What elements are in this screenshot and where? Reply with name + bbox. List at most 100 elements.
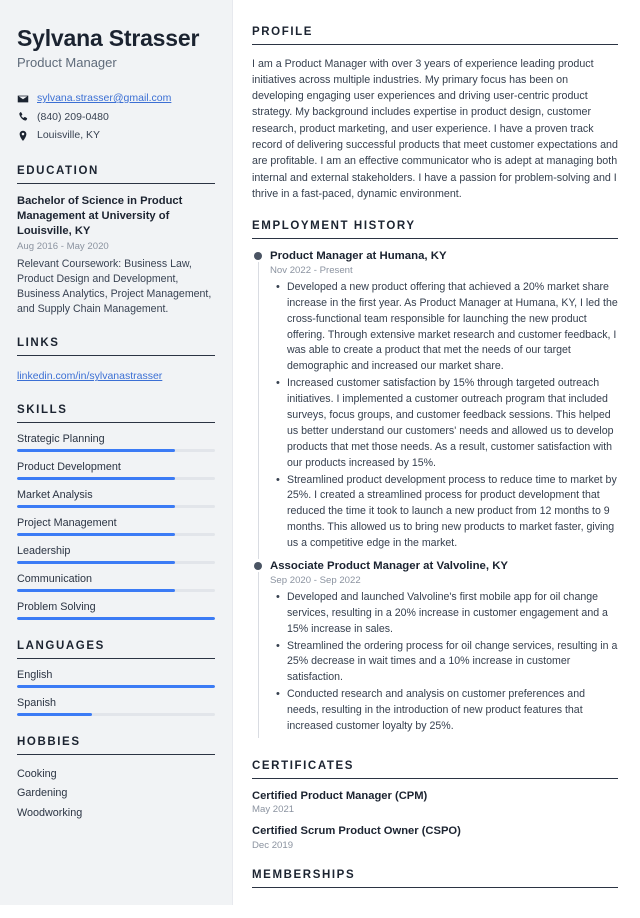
contact-location-row: Louisville, KY bbox=[17, 129, 215, 143]
skill-item: Strategic Planning bbox=[17, 433, 215, 453]
skill-item: Leadership bbox=[17, 545, 215, 565]
section-employment-history: EMPLOYMENT HISTORY Product Manager at Hu… bbox=[252, 220, 618, 742]
employment-bullets: Developed a new product offering that ac… bbox=[270, 279, 618, 552]
employment-bullet: Increased customer satisfaction by 15% t… bbox=[276, 375, 618, 471]
education-title: Bachelor of Science in Product Managemen… bbox=[17, 194, 183, 238]
language-item: Spanish bbox=[17, 697, 215, 717]
skill-bar-track bbox=[17, 449, 215, 453]
skill-bar-track bbox=[17, 589, 215, 593]
contact-phone-row: (840) 209-0480 bbox=[17, 111, 215, 125]
section-heading-languages: LANGUAGES bbox=[17, 640, 215, 660]
skill-label: Strategic Planning bbox=[17, 433, 105, 446]
employment-entry: Associate Product Manager at Valvoline, … bbox=[252, 559, 618, 742]
phone-value: (840) 209-0480 bbox=[37, 110, 109, 123]
certificates-list: Certified Product Manager (CPM) May 2021 C… bbox=[252, 789, 618, 851]
skill-label: Leadership bbox=[17, 545, 71, 558]
certificate-title: Certified Product Manager (CPM) bbox=[252, 789, 428, 802]
phone-icon bbox=[17, 111, 29, 123]
skill-bar-fill bbox=[17, 505, 176, 509]
skill-bar-track bbox=[17, 505, 215, 509]
section-heading-memberships: MEMBERSHIPS bbox=[252, 869, 618, 889]
certificate-item: Certified Product Manager (CPM) May 2021 bbox=[252, 789, 618, 816]
skill-bar-track bbox=[17, 533, 215, 537]
employment-entry: Product Manager at Humana, KY Nov 2022 - … bbox=[252, 249, 618, 560]
skill-item: Product Development bbox=[17, 461, 215, 481]
language-label: English bbox=[17, 669, 53, 682]
certificate-date: May 2021 bbox=[252, 804, 295, 816]
skill-item: Market Analysis bbox=[17, 489, 215, 509]
employment-bullet: Conducted research and analysis on custo… bbox=[276, 686, 618, 735]
location-value: Louisville, KY bbox=[37, 129, 101, 142]
language-bar-track bbox=[17, 685, 215, 689]
skill-bar-fill bbox=[17, 477, 176, 481]
section-heading-education: EDUCATION bbox=[17, 165, 215, 184]
skill-bar-fill bbox=[17, 617, 215, 621]
envelope-icon bbox=[17, 93, 29, 105]
skill-label: Problem Solving bbox=[17, 601, 96, 614]
email-link[interactable]: sylvana.strasser@gmail.com bbox=[37, 92, 171, 106]
language-item: English bbox=[17, 669, 215, 689]
contact-list: sylvana.strasser@gmail.com (840) 209-048… bbox=[17, 92, 215, 143]
education-date: Aug 2016 - May 2020 bbox=[17, 241, 109, 253]
section-heading-hobbies: HOBBIES bbox=[17, 736, 215, 756]
language-label: Spanish bbox=[17, 697, 57, 710]
language-bar-track bbox=[17, 713, 215, 717]
employment-title: Product Manager at Humana, KY bbox=[270, 250, 447, 263]
skill-bar-track bbox=[17, 561, 215, 565]
employment-bullet: Streamlined product development process … bbox=[276, 472, 618, 552]
section-heading-profile: PROFILE bbox=[252, 26, 618, 45]
skill-label: Communication bbox=[17, 573, 93, 586]
contact-email-row: sylvana.strasser@gmail.com bbox=[17, 92, 215, 106]
skill-item: Communication bbox=[17, 573, 215, 593]
map-pin-icon bbox=[17, 130, 29, 142]
skills-list: Strategic Planning Product Development Mar… bbox=[17, 433, 215, 621]
skill-bar-fill bbox=[17, 561, 176, 565]
section-education: EDUCATION Bachelor of Science in Product… bbox=[17, 165, 215, 317]
skill-bar-track bbox=[17, 617, 215, 621]
skill-bar-fill bbox=[17, 533, 176, 537]
skill-bar-track bbox=[17, 477, 215, 481]
hobby-item: Cooking bbox=[17, 768, 57, 781]
certificate-date: Dec 2019 bbox=[252, 840, 294, 852]
section-memberships: MEMBERSHIPS bbox=[252, 869, 618, 918]
certificate-item: Certified Scrum Product Owner (CSPO) Dec … bbox=[252, 824, 618, 851]
languages-list: English Spanish bbox=[17, 669, 215, 717]
language-bar-fill bbox=[17, 685, 215, 689]
section-links: LINKS linkedin.com/in/sylvanastrasser bbox=[17, 337, 215, 384]
employment-bullet: Streamlined the ordering process for oil… bbox=[276, 638, 618, 687]
education-item: Bachelor of Science in Product Managemen… bbox=[17, 194, 215, 317]
skill-label: Project Management bbox=[17, 517, 117, 530]
hobby-item: Woodworking bbox=[17, 806, 83, 819]
employment-title: Associate Product Manager at Valvoline, … bbox=[270, 560, 509, 573]
employment-date: Sep 2020 - Sep 2022 bbox=[270, 574, 361, 586]
section-heading-links: LINKS bbox=[17, 337, 215, 357]
hobby-item: Gardening bbox=[17, 787, 68, 800]
employment-bullets: Developed and launched Valvoline's first… bbox=[270, 589, 618, 735]
section-hobbies: HOBBIES Cooking Gardening Woodworking bbox=[17, 736, 215, 823]
skill-bar-fill bbox=[17, 449, 176, 453]
hobbies-list: Cooking Gardening Woodworking bbox=[17, 765, 215, 823]
section-certificates: CERTIFICATES Certified Product Manager (… bbox=[252, 760, 618, 851]
section-profile: PROFILE I am a Product Manager with over… bbox=[252, 26, 618, 202]
employment-bullet: Developed and launched Valvoline's first… bbox=[276, 589, 618, 638]
linkedin-link[interactable]: linkedin.com/in/sylvanastrasser bbox=[17, 370, 162, 382]
profile-text: I am a Product Manager with over 3 years… bbox=[252, 57, 618, 200]
skill-item: Problem Solving bbox=[17, 601, 215, 621]
skill-item: Project Management bbox=[17, 517, 215, 537]
employment-date: Nov 2022 - Present bbox=[270, 264, 353, 276]
section-skills: SKILLS Strategic Planning Product Develop… bbox=[17, 404, 215, 621]
sidebar: Sylvana Strasser Product Manager sylvana… bbox=[0, 0, 233, 905]
job-title: Product Manager bbox=[17, 55, 117, 71]
resume-page: Sylvana Strasser Product Manager sylvana… bbox=[0, 0, 640, 905]
certificate-title: Certified Scrum Product Owner (CSPO) bbox=[252, 825, 461, 838]
section-heading-certificates: CERTIFICATES bbox=[252, 760, 618, 779]
section-languages: LANGUAGES English Spanish bbox=[17, 640, 215, 717]
language-bar-fill bbox=[17, 713, 93, 717]
skill-label: Market Analysis bbox=[17, 489, 93, 502]
section-heading-skills: SKILLS bbox=[17, 404, 215, 424]
skill-label: Product Development bbox=[17, 461, 121, 474]
page-title: Sylvana Strasser bbox=[17, 25, 200, 51]
section-heading-employment: EMPLOYMENT HISTORY bbox=[252, 220, 618, 240]
main-column: PROFILE I am a Product Manager with over… bbox=[232, 0, 640, 905]
skill-bar-fill bbox=[17, 589, 176, 593]
